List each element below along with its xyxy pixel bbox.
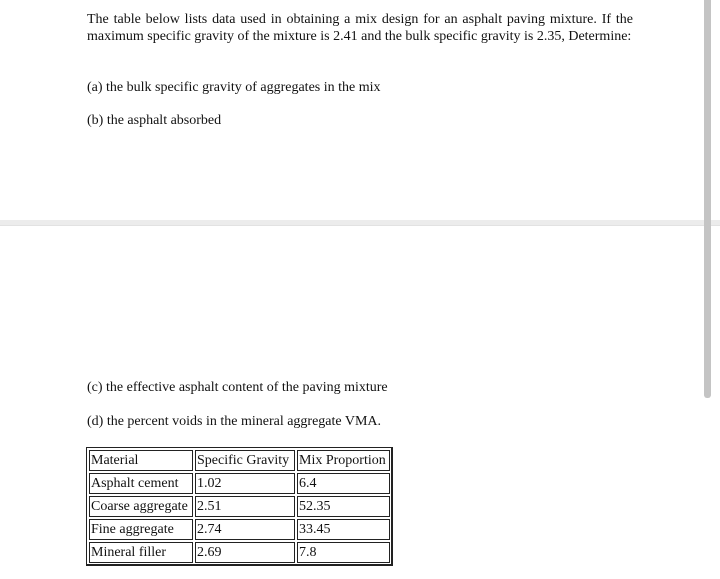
- vertical-scrollbar[interactable]: [704, 0, 711, 398]
- question-d: (d) the percent voids in the mineral agg…: [87, 414, 382, 429]
- cell-material: Fine aggregate: [89, 519, 193, 540]
- cell-mix-proportion: 33.45: [297, 519, 390, 540]
- header-specific-gravity: Specific Gravity: [195, 450, 295, 471]
- table-row: Coarse aggregate 2.51 52.35: [89, 496, 390, 517]
- cell-specific-gravity: 1.02: [195, 473, 295, 494]
- cell-mix-proportion: 52.35: [297, 496, 390, 517]
- table-row: Mineral filler 2.69 7.8: [89, 542, 390, 563]
- cell-mix-proportion: 6.4: [297, 473, 390, 494]
- table-row: Asphalt cement 1.02 6.4: [89, 473, 390, 494]
- cell-specific-gravity: 2.69: [195, 542, 295, 563]
- cell-material: Coarse aggregate: [89, 496, 193, 517]
- document-page-1: The table below lists data used in obtai…: [0, 0, 704, 220]
- cell-material: Mineral filler: [89, 542, 193, 563]
- materials-table: Material Specific Gravity Mix Proportion…: [86, 447, 393, 566]
- cell-specific-gravity: 2.51: [195, 496, 295, 517]
- cell-material: Asphalt cement: [89, 473, 193, 494]
- header-mix-proportion: Mix Proportion: [297, 450, 390, 471]
- cell-specific-gravity: 2.74: [195, 519, 295, 540]
- table-header-row: Material Specific Gravity Mix Proportion: [89, 450, 390, 471]
- document-page-2: (c) the effective asphalt content of the…: [0, 226, 704, 579]
- header-material: Material: [89, 450, 193, 471]
- cell-mix-proportion: 7.8: [297, 542, 390, 563]
- problem-intro: The table below lists data used in obtai…: [87, 12, 633, 44]
- table-row: Fine aggregate 2.74 33.45: [89, 519, 390, 540]
- question-c: (c) the effective asphalt content of the…: [87, 380, 388, 395]
- question-b: (b) the asphalt absorbed: [87, 113, 222, 128]
- question-a: (a) the bulk specific gravity of aggrega…: [87, 80, 381, 95]
